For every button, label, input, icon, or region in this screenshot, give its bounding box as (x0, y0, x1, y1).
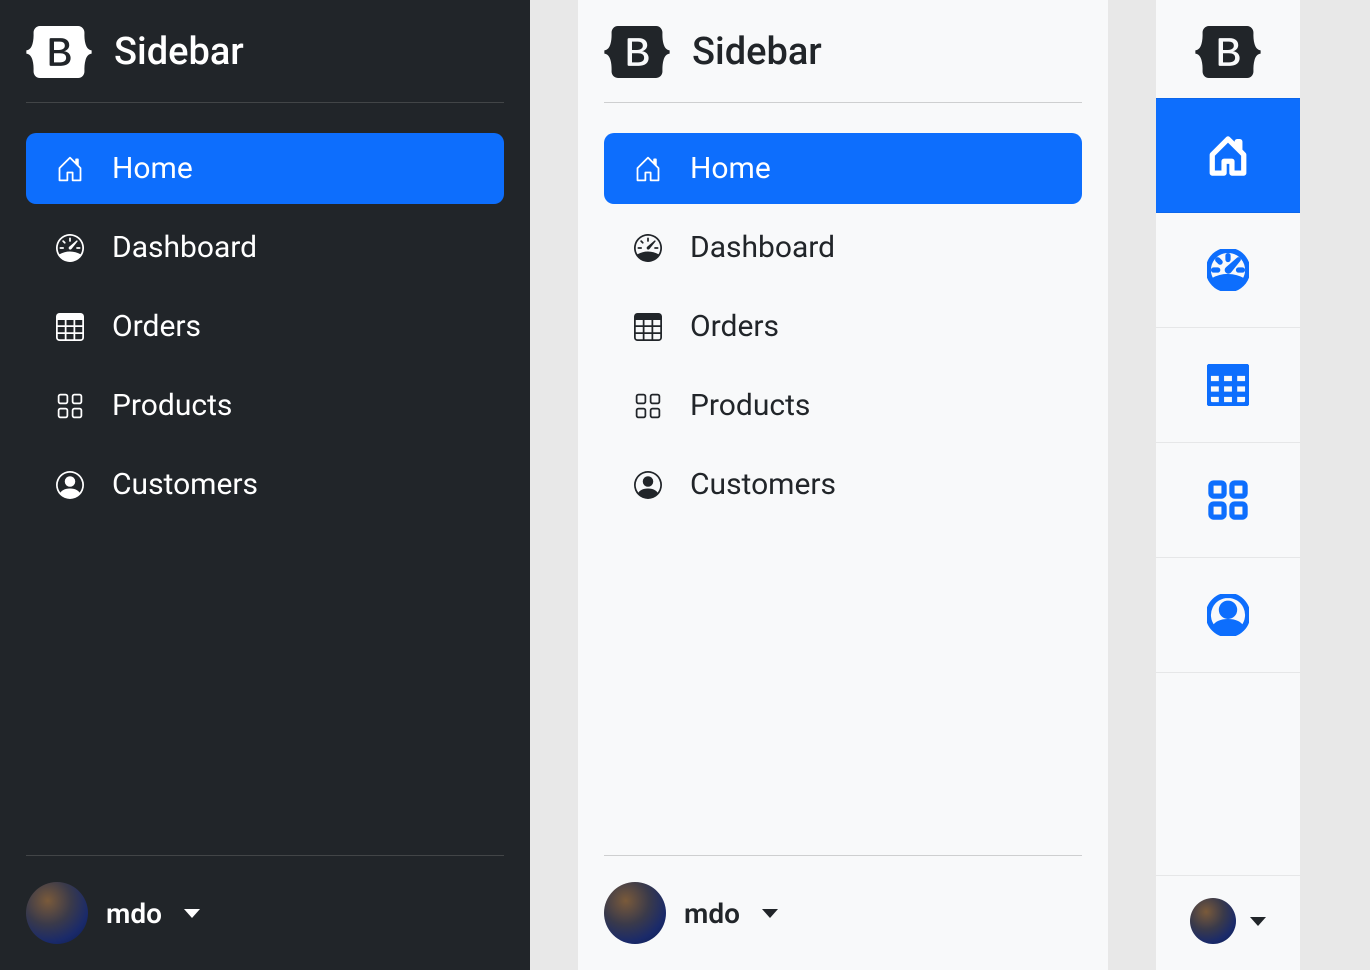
nav-label: Orders (690, 309, 779, 344)
nav-products[interactable]: Products (26, 370, 504, 441)
nav-customers[interactable] (1156, 558, 1300, 673)
nav-orders[interactable] (1156, 328, 1300, 443)
username: mdo (684, 897, 740, 930)
person-circle-icon (56, 471, 84, 499)
nav-label: Orders (112, 309, 201, 344)
nav-list (1156, 98, 1300, 875)
table-icon (634, 313, 662, 341)
nav-customers[interactable]: Customers (604, 449, 1082, 520)
nav-home[interactable]: Home (604, 133, 1082, 204)
sidebar-dark: Sidebar Home Dashboard Orders Products C… (0, 0, 530, 970)
speedometer-icon (634, 234, 662, 262)
brand-title: Sidebar (114, 30, 244, 74)
user-dropdown[interactable]: mdo (604, 856, 1082, 944)
avatar (1190, 898, 1236, 944)
caret-down-icon (184, 909, 200, 918)
nav-label: Products (690, 388, 810, 423)
user-dropdown[interactable]: mdo (26, 856, 504, 944)
person-circle-icon (1207, 594, 1249, 636)
speedometer-icon (56, 234, 84, 262)
brand-link[interactable] (1195, 26, 1261, 78)
nav-label: Customers (112, 467, 258, 502)
bootstrap-logo-icon (604, 26, 670, 78)
caret-down-icon (762, 909, 778, 918)
sidebar-icon-only (1156, 0, 1300, 970)
sidebar-light: Sidebar Home Dashboard Orders Products C… (578, 0, 1108, 970)
person-circle-icon (634, 471, 662, 499)
nav-list: Home Dashboard Orders Products Customers (604, 133, 1082, 825)
user-dropdown[interactable] (1156, 875, 1300, 944)
brand-link[interactable]: Sidebar (26, 26, 504, 78)
nav-customers[interactable]: Customers (26, 449, 504, 520)
home-icon (56, 155, 84, 183)
username: mdo (106, 897, 162, 930)
nav-label: Products (112, 388, 232, 423)
divider (604, 102, 1082, 103)
speedometer-icon (1207, 249, 1249, 291)
bootstrap-logo-icon (1195, 26, 1261, 78)
nav-home[interactable]: Home (26, 133, 504, 204)
nav-products[interactable]: Products (604, 370, 1082, 441)
bootstrap-logo-icon (26, 26, 92, 78)
nav-dashboard[interactable]: Dashboard (604, 212, 1082, 283)
avatar (604, 882, 666, 944)
nav-dashboard[interactable] (1156, 213, 1300, 328)
home-icon (634, 155, 662, 183)
grid-icon (634, 392, 662, 420)
nav-home[interactable] (1156, 98, 1300, 213)
nav-label: Home (112, 151, 193, 186)
nav-label: Customers (690, 467, 836, 502)
caret-down-icon (1250, 917, 1266, 926)
nav-label: Dashboard (112, 230, 257, 265)
nav-dashboard[interactable]: Dashboard (26, 212, 504, 283)
nav-orders[interactable]: Orders (26, 291, 504, 362)
grid-icon (56, 392, 84, 420)
nav-label: Home (690, 151, 771, 186)
brand-title: Sidebar (692, 30, 822, 74)
brand-link[interactable]: Sidebar (604, 26, 1082, 78)
nav-products[interactable] (1156, 443, 1300, 558)
table-icon (56, 313, 84, 341)
grid-icon (1207, 479, 1249, 521)
divider (26, 102, 504, 103)
home-icon (1207, 135, 1249, 177)
nav-label: Dashboard (690, 230, 835, 265)
nav-list: Home Dashboard Orders Products Customers (26, 133, 504, 825)
avatar (26, 882, 88, 944)
nav-orders[interactable]: Orders (604, 291, 1082, 362)
table-icon (1207, 364, 1249, 406)
